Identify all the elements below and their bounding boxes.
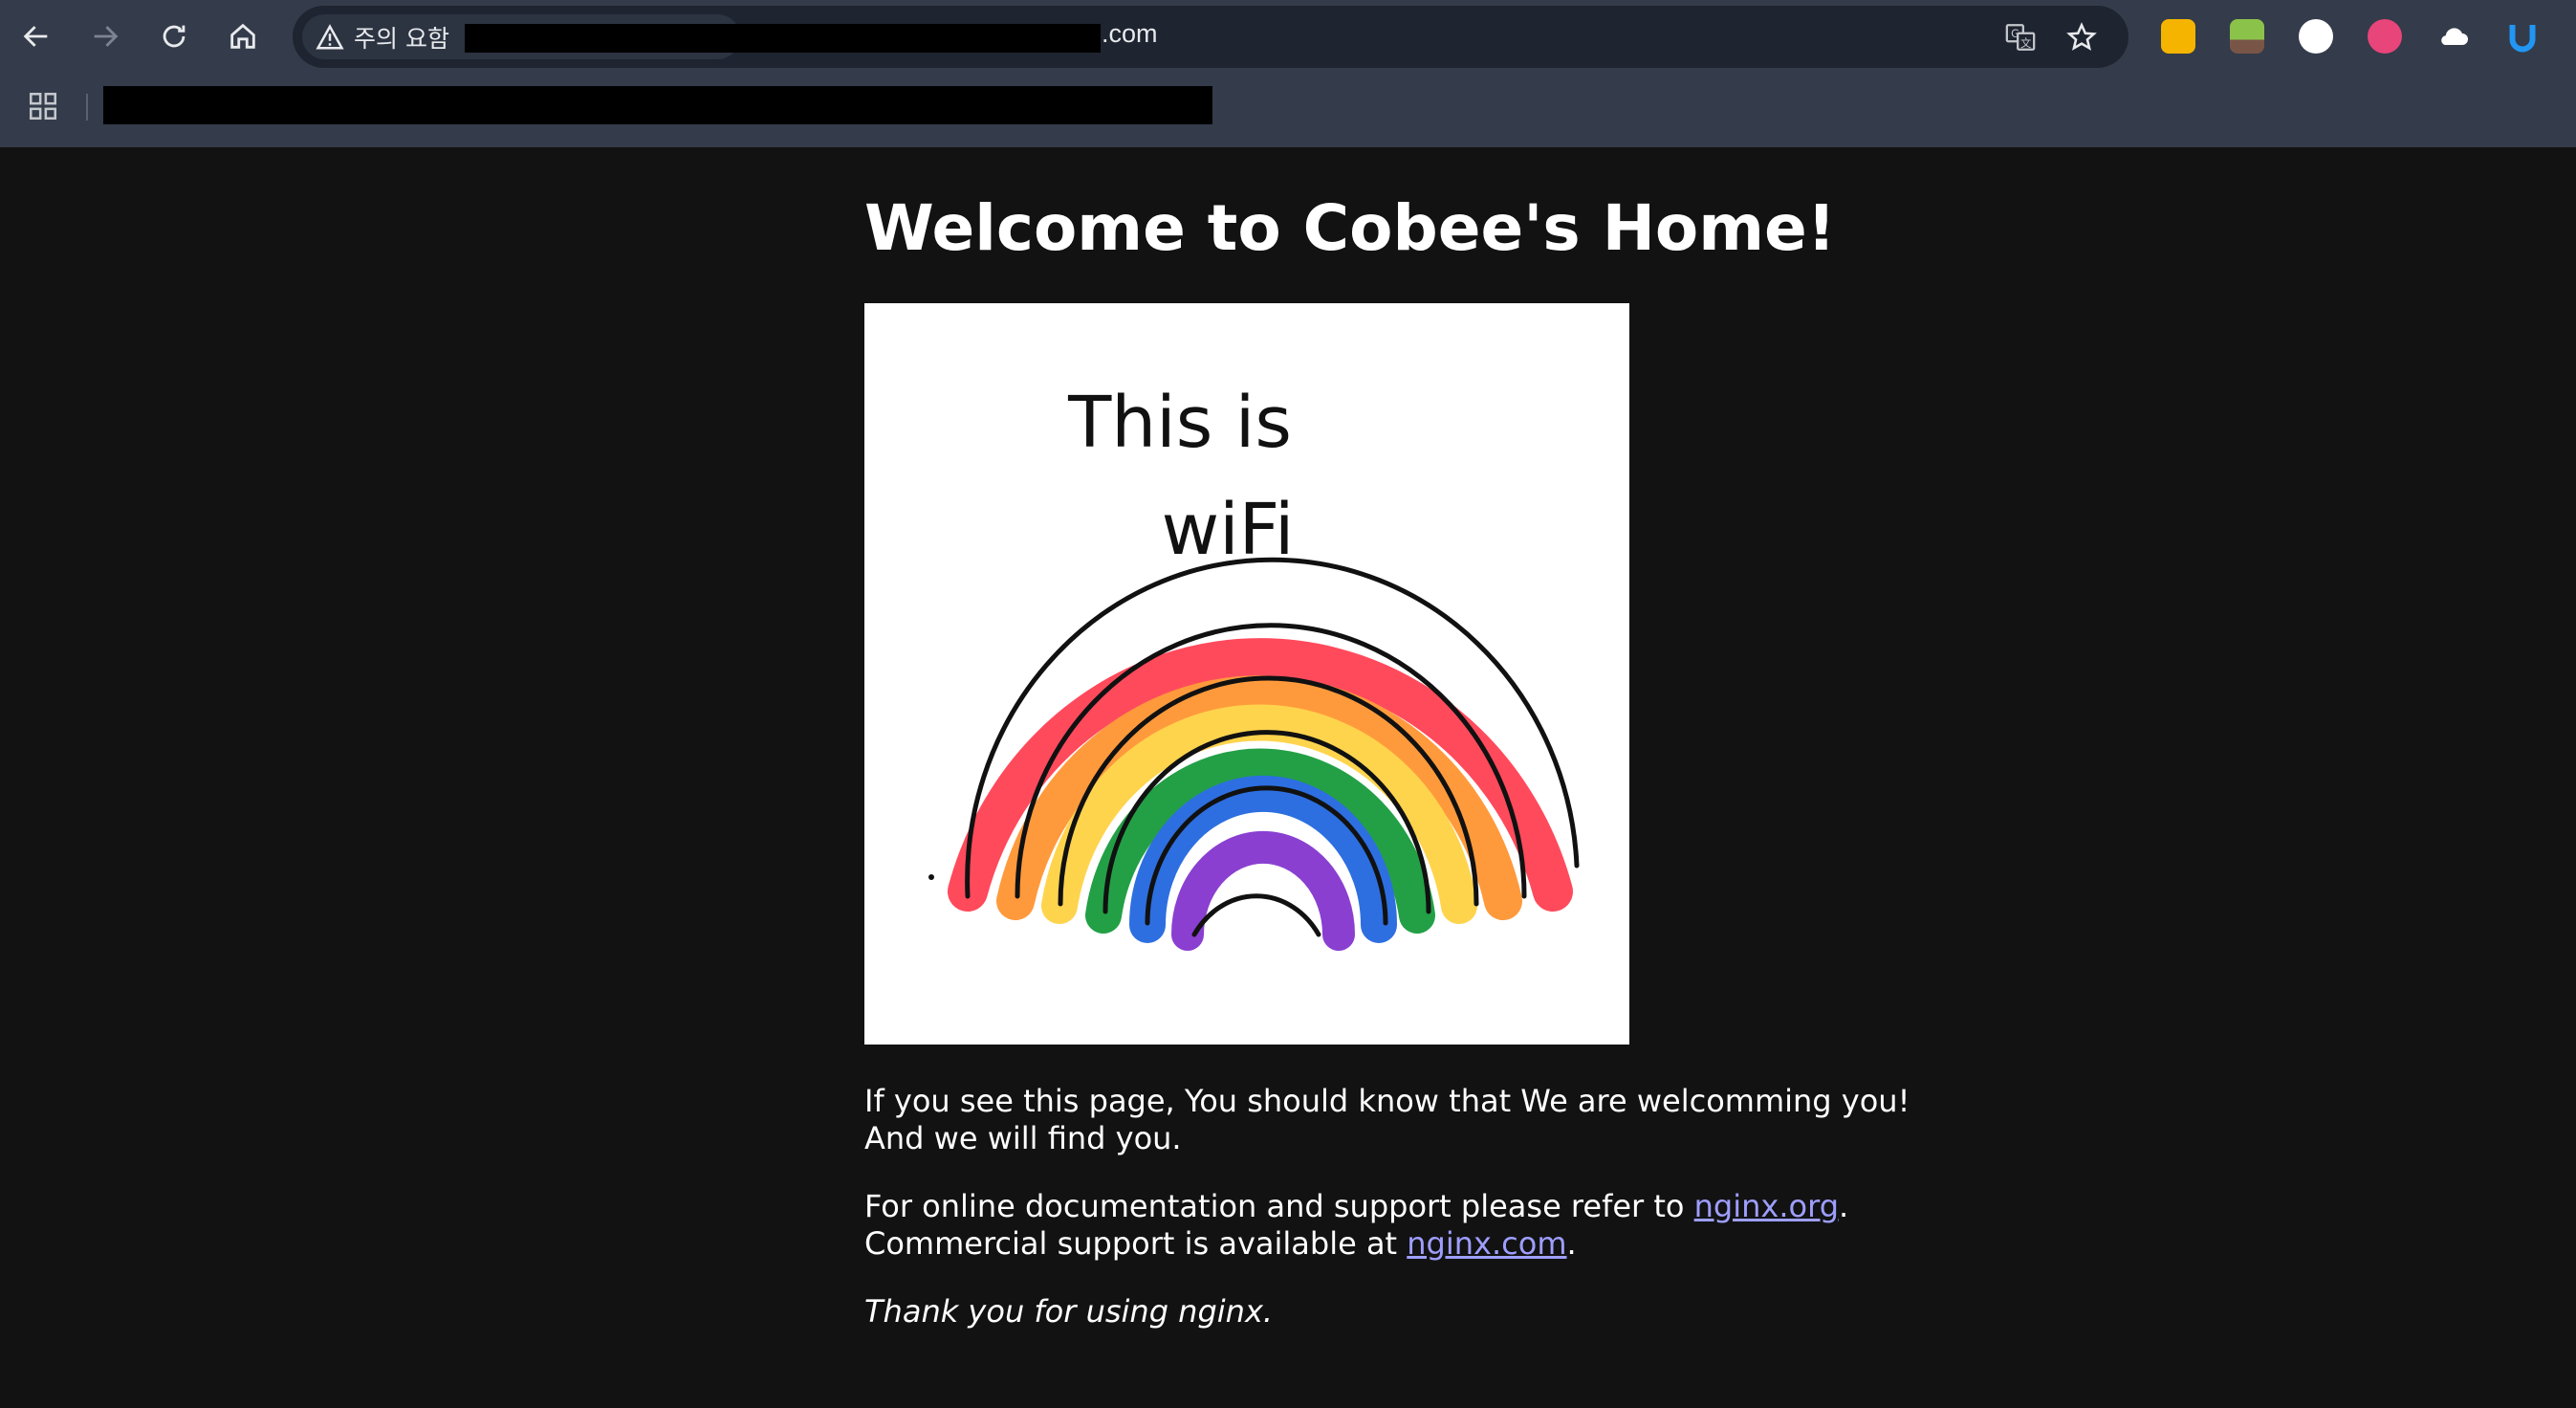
- extension-green-icon[interactable]: [2230, 19, 2264, 54]
- reload-button[interactable]: [151, 13, 197, 59]
- redacted-bookmarks: [103, 86, 1212, 124]
- image-text-line1: This is: [1067, 382, 1292, 464]
- wifi-rainbow-image: This is wiFi: [864, 303, 1629, 1045]
- home-button[interactable]: [220, 13, 266, 59]
- translate-icon[interactable]: G文: [2004, 21, 2037, 54]
- back-icon: [23, 26, 48, 47]
- commercial-period: .: [1566, 1225, 1577, 1262]
- nginx-com-link[interactable]: nginx.com: [1407, 1225, 1566, 1262]
- rainbow-drawing: This is wiFi: [928, 382, 1580, 951]
- support-text: For online documentation and support ple…: [864, 1188, 1694, 1224]
- security-chip-label: 주의 요함: [354, 24, 449, 53]
- extension-yellow-icon[interactable]: [2161, 19, 2195, 54]
- browser-chrome: 주의 요함 .com G文: [0, 0, 2576, 147]
- nginx-org-link[interactable]: nginx.org: [1694, 1188, 1839, 1224]
- svg-text:文: 文: [2020, 36, 2031, 50]
- extension-circle-icon[interactable]: [2299, 19, 2333, 54]
- forward-button[interactable]: [82, 13, 128, 59]
- welcome-paragraph: If you see this page, You should know th…: [864, 1083, 1910, 1156]
- back-button[interactable]: [13, 13, 59, 59]
- browser-toolbar: 주의 요함 .com G文: [0, 0, 2576, 73]
- address-bar[interactable]: 주의 요함 .com G文: [293, 6, 2128, 68]
- home-icon: [230, 23, 255, 49]
- apps-grid-icon[interactable]: [27, 90, 59, 122]
- extension-pink-icon[interactable]: [2368, 19, 2402, 54]
- warning-icon: [316, 23, 344, 49]
- bookmark-star-icon[interactable]: [2065, 21, 2098, 54]
- support-period: .: [1839, 1188, 1849, 1224]
- commercial-support-text: Commercial support is available at: [864, 1225, 1408, 1262]
- page-title: Welcome to Cobee's Home!: [864, 191, 1836, 265]
- support-paragraph: For online documentation and support ple…: [864, 1188, 1916, 1263]
- thank-you-text: Thank you for using nginx.: [864, 1293, 1274, 1330]
- forward-icon: [94, 26, 119, 47]
- reload-icon: [163, 25, 186, 48]
- bookmarks-separator: [86, 94, 88, 121]
- url-suffix: .com: [1102, 19, 1158, 48]
- extension-blue-icon[interactable]: [2505, 19, 2540, 54]
- extension-cloud-icon[interactable]: [2436, 19, 2471, 54]
- redacted-url: [465, 24, 1101, 53]
